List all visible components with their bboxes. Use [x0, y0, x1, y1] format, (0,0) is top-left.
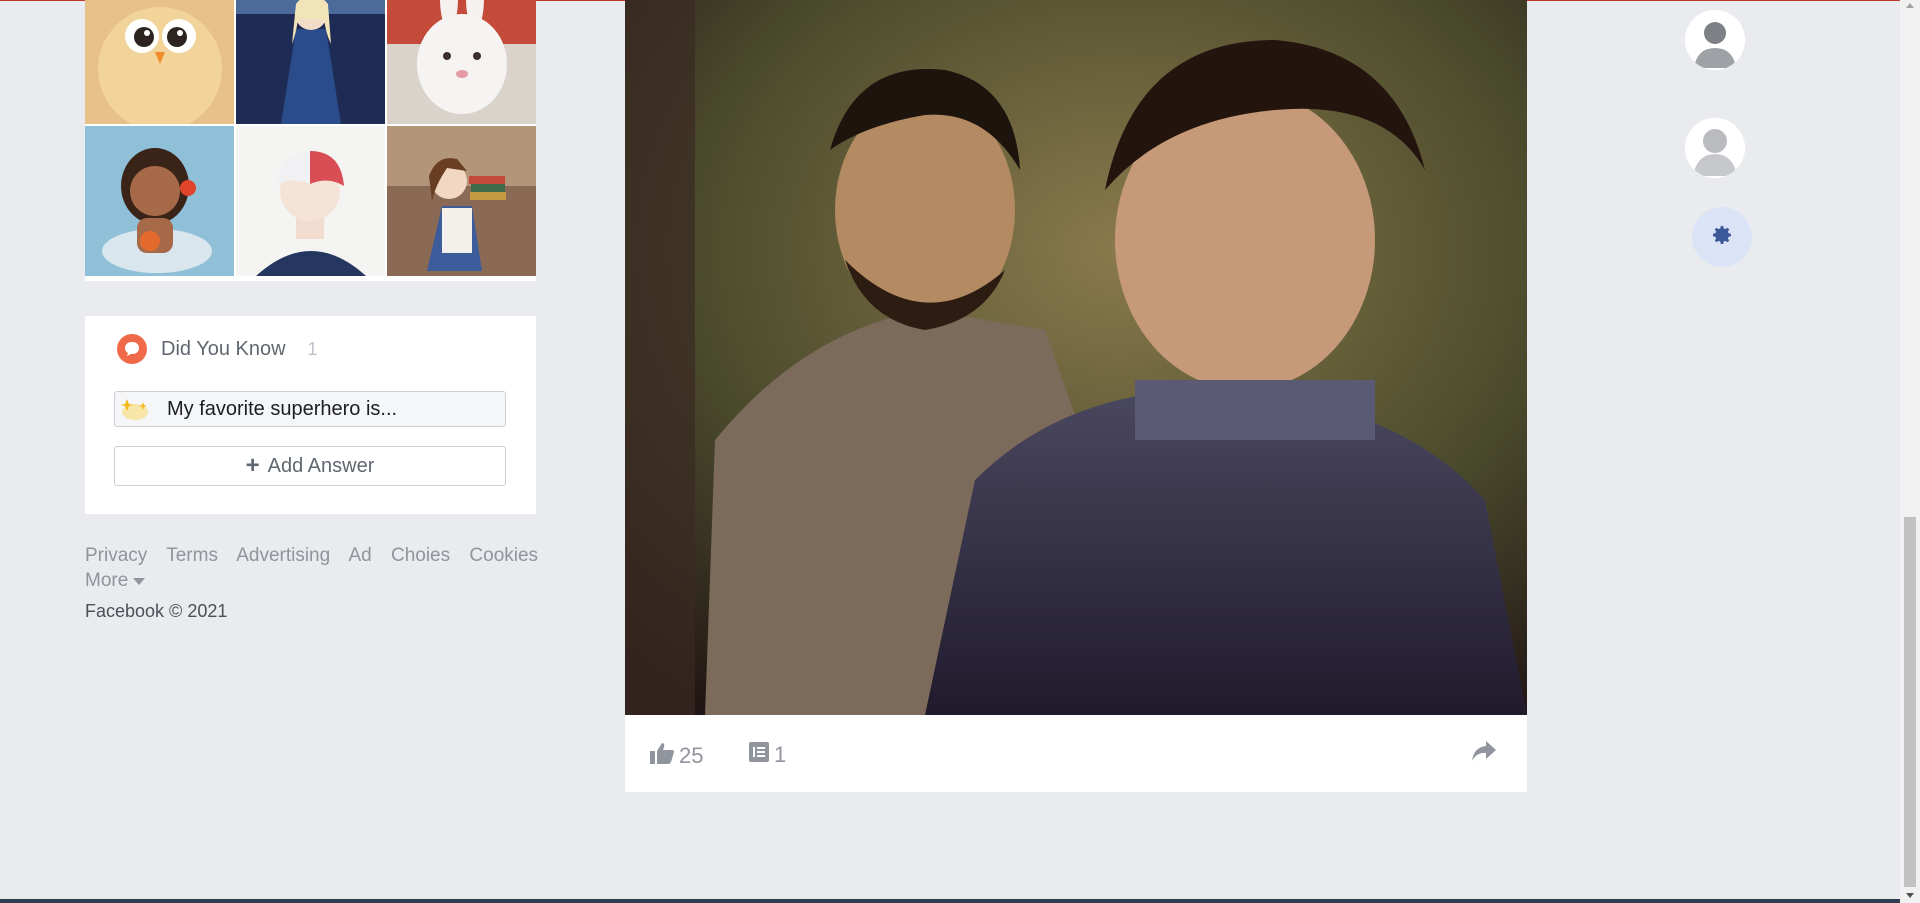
footer-link-advertising[interactable]: Advertising	[236, 545, 330, 566]
scroll-down-arrow-icon[interactable]	[1906, 893, 1914, 898]
photo-tile-anime-boy[interactable]	[236, 126, 385, 276]
photo-tile-island-girl[interactable]	[85, 126, 234, 276]
caret-down-icon	[133, 577, 146, 585]
did-you-know-header: Did You Know 1	[117, 334, 318, 364]
footer-more-label: More	[85, 570, 129, 591]
post-photo[interactable]	[625, 0, 1527, 715]
footer-link-cookies[interactable]: Cookies	[469, 545, 538, 566]
plus-icon: +	[245, 452, 260, 479]
like-button[interactable]: 25	[649, 741, 703, 771]
footer-links: Privacy Terms Advertising Ad Choies Cook…	[85, 545, 552, 567]
did-you-know-question[interactable]: My favorite superhero is...	[114, 391, 506, 427]
footer-more-link[interactable]: More	[85, 570, 146, 592]
like-count: 25	[679, 743, 704, 768]
sparkle-icon	[115, 392, 155, 426]
share-icon	[1471, 741, 1497, 766]
comments-button[interactable]: 1	[748, 741, 786, 769]
add-answer-button[interactable]: + Add Answer	[114, 446, 506, 486]
taskbar-edge	[0, 899, 1900, 903]
photo-tile-girl-with-books[interactable]	[387, 126, 536, 276]
question-text: My favorite superhero is...	[167, 397, 398, 420]
avatar[interactable]	[1685, 118, 1745, 178]
did-you-know-card: Did You Know 1 My favorite superhero is.…	[85, 316, 536, 514]
footer-link-ad[interactable]: Ad	[348, 545, 371, 566]
footer-link-privacy[interactable]: Privacy	[85, 545, 147, 566]
comment-icon	[748, 741, 770, 769]
scrollbar-thumb[interactable]	[1904, 517, 1916, 887]
comment-count: 1	[774, 742, 787, 767]
avatar[interactable]	[1685, 10, 1745, 70]
did-you-know-title: Did You Know	[161, 337, 286, 360]
photo-grid	[85, 0, 536, 281]
copyright: Facebook © 2021	[85, 601, 228, 621]
add-answer-label: Add Answer	[267, 454, 375, 477]
thumbs-up-icon	[649, 741, 675, 771]
gear-icon	[1710, 223, 1734, 252]
settings-button[interactable]	[1692, 207, 1752, 267]
post-actions-bar: 25 1	[625, 715, 1527, 792]
photo-tile-yellow-bird[interactable]	[85, 0, 234, 124]
photo-tile-white-bunny[interactable]	[387, 0, 536, 124]
speech-bubble-icon	[117, 334, 147, 364]
scroll-up-arrow-icon[interactable]	[1906, 3, 1914, 8]
vertical-scrollbar[interactable]	[1900, 0, 1920, 903]
share-button[interactable]	[1471, 740, 1497, 767]
photo-tile-princess-blue-dress[interactable]	[236, 0, 385, 124]
footer-link-terms[interactable]: Terms	[166, 545, 218, 566]
did-you-know-count: 1	[307, 338, 318, 359]
footer-link-choices[interactable]: Choies	[391, 545, 450, 566]
